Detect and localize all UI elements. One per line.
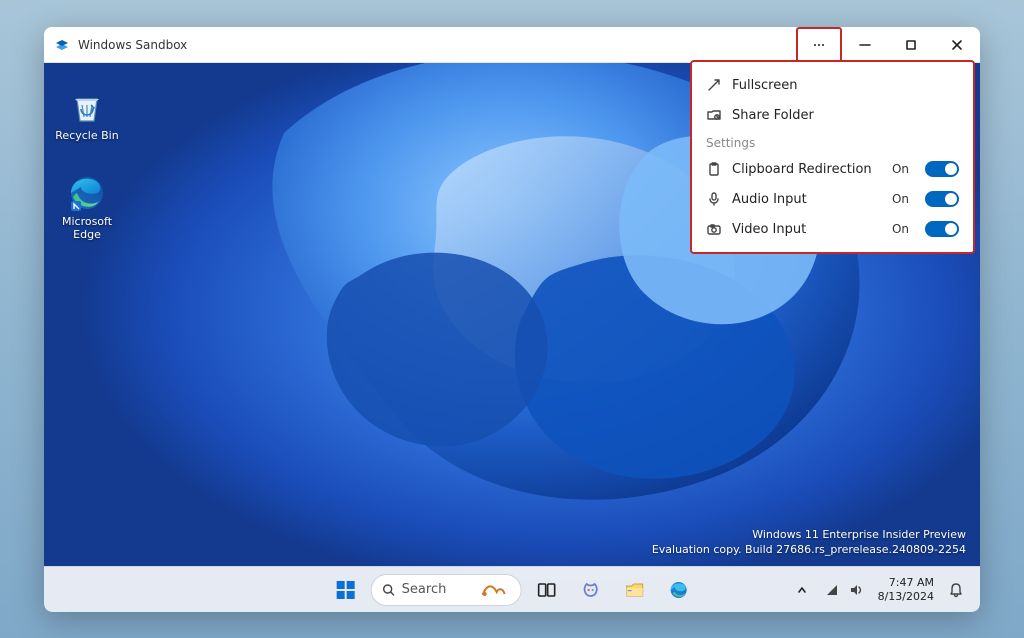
close-button[interactable] [934, 27, 980, 63]
taskbar-center: Search [327, 571, 698, 609]
more-options-button[interactable] [796, 27, 842, 63]
edge-icon [67, 173, 107, 213]
fullscreen-icon [706, 77, 722, 93]
copilot-button[interactable] [571, 571, 609, 609]
minimize-button[interactable] [842, 27, 888, 63]
desktop-icon-recycle-bin[interactable]: Recycle Bin [52, 87, 122, 142]
menu-setting-state: On [892, 162, 909, 176]
menu-setting-label: Video Input [732, 222, 882, 237]
edge-taskbar-button[interactable] [659, 571, 697, 609]
search-icon [382, 583, 396, 597]
menu-item-share-folder[interactable]: Share Folder [692, 100, 973, 130]
start-button[interactable] [327, 571, 365, 609]
clock-time: 7:47 AM [878, 576, 934, 589]
titlebar: Windows Sandbox [44, 27, 980, 63]
taskbar: Search [44, 566, 980, 612]
taskbar-right: 7:47 AM 8/13/2024 [790, 567, 970, 612]
toggle-audio-input[interactable] [925, 191, 959, 207]
taskbar-search[interactable]: Search [371, 574, 522, 606]
maximize-button[interactable] [888, 27, 934, 63]
camera-icon [706, 221, 722, 237]
clock-date: 8/13/2024 [878, 590, 934, 603]
menu-setting-audio-input: Audio Input On [692, 184, 973, 214]
menu-setting-video-input: Video Input On [692, 214, 973, 244]
system-tray[interactable] [818, 571, 870, 609]
watermark-line2: Evaluation copy. Build 27686.rs_prerelea… [652, 543, 966, 558]
menu-section-header: Settings [692, 130, 973, 154]
tray-chevron[interactable] [790, 571, 814, 609]
watermark-line1: Windows 11 Enterprise Insider Preview [652, 528, 966, 543]
clipboard-icon [706, 161, 722, 177]
menu-setting-label: Clipboard Redirection [732, 162, 882, 177]
titlebar-controls [796, 27, 980, 63]
desktop-icon-label: Recycle Bin [52, 129, 122, 142]
menu-setting-label: Audio Input [732, 192, 882, 207]
search-art-icon [480, 582, 506, 598]
toggle-video-input[interactable] [925, 221, 959, 237]
search-placeholder: Search [402, 582, 447, 597]
network-icon [824, 582, 840, 598]
sandbox-app-icon [54, 37, 70, 53]
more-options-menu: Fullscreen Share Folder Settings Clipboa… [690, 60, 975, 254]
menu-item-label: Share Folder [732, 108, 814, 123]
windows-watermark: Windows 11 Enterprise Insider Preview Ev… [652, 528, 966, 558]
volume-icon [848, 582, 864, 598]
share-folder-icon [706, 107, 722, 123]
menu-setting-state: On [892, 222, 909, 236]
file-explorer-button[interactable] [615, 571, 653, 609]
microphone-icon [706, 191, 722, 207]
notifications-button[interactable] [942, 571, 970, 609]
task-view-button[interactable] [527, 571, 565, 609]
menu-item-fullscreen[interactable]: Fullscreen [692, 70, 973, 100]
menu-item-label: Fullscreen [732, 78, 797, 93]
toggle-clipboard-redirection[interactable] [925, 161, 959, 177]
menu-setting-state: On [892, 192, 909, 206]
window-title: Windows Sandbox [78, 38, 187, 52]
recycle-bin-icon [67, 87, 107, 127]
menu-setting-clipboard-redirection: Clipboard Redirection On [692, 154, 973, 184]
sandbox-window: Windows Sandbox [44, 27, 980, 612]
desktop-icon-edge[interactable]: Microsoft Edge [52, 173, 122, 241]
taskbar-clock[interactable]: 7:47 AM 8/13/2024 [874, 576, 938, 602]
desktop-icon-label: Microsoft Edge [52, 215, 122, 241]
